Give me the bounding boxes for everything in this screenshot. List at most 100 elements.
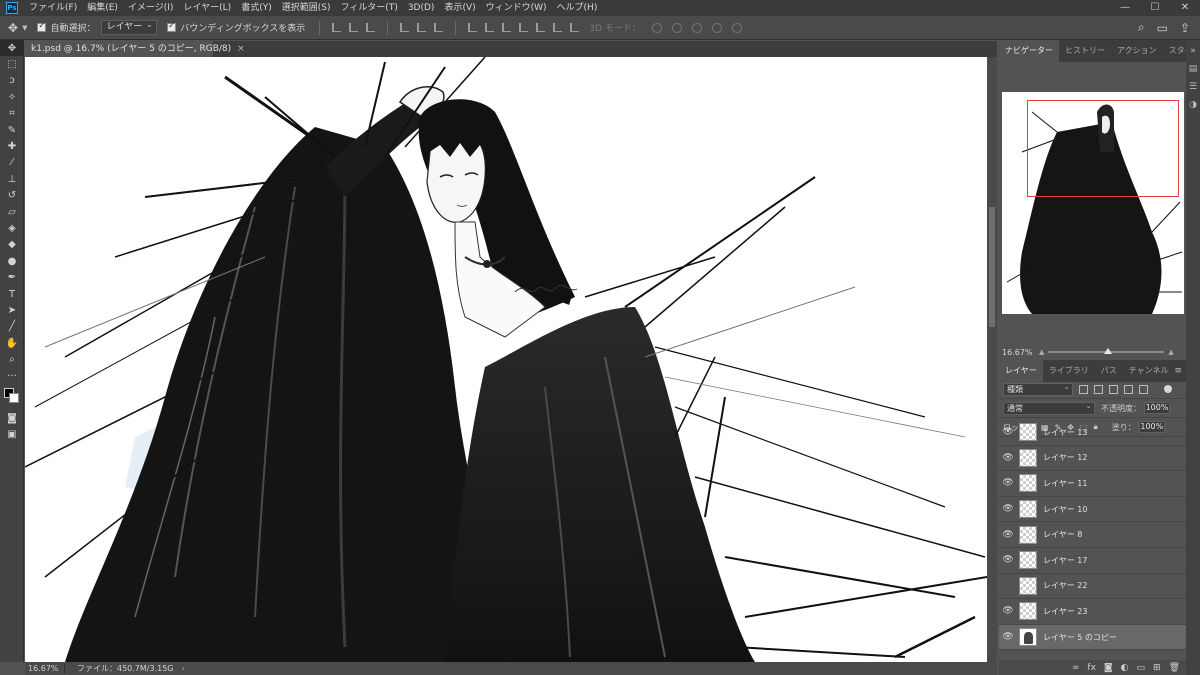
scale-3d-icon[interactable] [731, 22, 742, 33]
status-menu-arrow-icon[interactable]: › [182, 664, 185, 673]
navigator-zoom-value[interactable]: 16.67% [999, 348, 1035, 357]
distribute-top-icon[interactable] [468, 23, 478, 32]
menu-item[interactable]: 選択範囲(S) [277, 0, 336, 16]
navigator-thumbnail[interactable] [1002, 92, 1184, 314]
opacity-input[interactable]: 100% [1144, 402, 1170, 414]
align-hcenter-icon[interactable] [417, 23, 427, 32]
canvas[interactable] [25, 57, 987, 662]
menu-item[interactable]: レイヤー(L) [178, 0, 236, 16]
link-layers-icon[interactable]: ∞ [1072, 663, 1080, 673]
menu-item[interactable]: イメージ(I) [123, 0, 179, 16]
filter-adjustment-icon[interactable] [1094, 384, 1103, 394]
tab-libraries[interactable]: ライブラリ [1043, 360, 1095, 382]
blur-tool-icon[interactable]: ◆ [0, 237, 24, 253]
clone-stamp-tool-icon[interactable]: ⊥ [0, 171, 24, 187]
tab-actions[interactable]: アクション [1111, 40, 1163, 62]
align-top-icon[interactable] [332, 23, 342, 32]
document-tab[interactable]: k1.psd @ 16.7% (レイヤー 5 のコピー, RGB/8) × [25, 41, 245, 57]
screen-mode-icon[interactable]: ▣ [0, 427, 24, 443]
add-mask-icon[interactable]: ◙ [1104, 663, 1113, 673]
visibility-eye-icon[interactable]: 👁︎ [999, 555, 1017, 565]
layer-row[interactable]: 👁︎ レイヤー 22 [999, 574, 1186, 600]
healing-brush-tool-icon[interactable]: ✚ [0, 138, 24, 154]
zoom-out-icon[interactable]: ▲ [1039, 348, 1044, 356]
brush-tool-icon[interactable]: ⁄ [0, 155, 24, 171]
color-swatches[interactable] [0, 384, 24, 410]
info-panel-icon[interactable]: ▤ [1186, 60, 1200, 78]
new-layer-icon[interactable]: ⊞ [1153, 663, 1161, 673]
visibility-eye-icon[interactable]: 👁︎ [999, 504, 1017, 514]
tab-paths[interactable]: パス [1095, 360, 1123, 382]
layer-row[interactable]: 👁︎ レイヤー 8 [999, 522, 1186, 548]
close-tab-icon[interactable]: × [237, 44, 245, 54]
layer-row[interactable]: 👁︎ レイヤー 12 [999, 446, 1186, 472]
navigator-viewbox[interactable] [1027, 100, 1179, 197]
roll-3d-icon[interactable] [671, 22, 682, 33]
marquee-tool-icon[interactable]: ⬚ [0, 56, 24, 72]
adjustments-panel-icon[interactable]: ◑ [1186, 96, 1200, 114]
layer-row[interactable]: 👁︎ レイヤー 13 [999, 420, 1186, 446]
tool-preset-caret-icon[interactable]: ▼ [22, 24, 27, 32]
zoom-tool-icon[interactable]: ⌕ [0, 351, 24, 367]
status-zoom[interactable]: 16.67% [25, 664, 65, 673]
distribute-right-icon[interactable] [553, 23, 563, 32]
move-tool-icon[interactable]: ✥ [0, 40, 24, 57]
crop-tool-icon[interactable]: ⌗ [0, 106, 24, 122]
layer-row[interactable]: 👁︎ レイヤー 11 [999, 471, 1186, 497]
blend-mode-select[interactable]: 通常 [1003, 400, 1095, 415]
tab-layers[interactable]: レイヤー [999, 360, 1043, 382]
menu-item[interactable]: フィルター(T) [335, 0, 402, 16]
rotate-3d-icon[interactable] [651, 22, 662, 33]
tab-history[interactable]: ヒストリー [1059, 40, 1111, 62]
type-tool-icon[interactable]: T [0, 286, 24, 302]
align-vcenter-icon[interactable] [349, 23, 359, 32]
search-icon[interactable]: ⌕ [1138, 20, 1145, 35]
zoom-slider-knob[interactable] [1104, 348, 1113, 354]
quick-mask-icon[interactable]: ◙ [0, 410, 24, 426]
scrollbar-thumb[interactable] [989, 207, 995, 327]
line-tool-icon[interactable]: ╱ [0, 319, 24, 335]
fx-icon[interactable]: fx [1087, 663, 1096, 673]
lasso-tool-icon[interactable]: ↄ [0, 73, 24, 89]
pen-tool-icon[interactable]: ✒ [0, 269, 24, 285]
distribute-bottom-icon[interactable] [502, 23, 512, 32]
workspace-icon[interactable]: ▭ [1157, 21, 1168, 35]
filter-toggle[interactable] [1164, 385, 1172, 393]
layer-row[interactable]: 👁︎ レイヤー 17 [999, 548, 1186, 574]
background-color-swatch[interactable] [9, 393, 19, 404]
menu-item[interactable]: ウィンドウ(W) [481, 0, 552, 16]
tab-channels[interactable]: チャンネル [1123, 360, 1175, 382]
distribute-vcenter-icon[interactable] [485, 23, 495, 32]
layer-row[interactable]: 👁︎ レイヤー 23 [999, 599, 1186, 625]
delete-layer-icon[interactable]: 🗑︎ [1169, 663, 1180, 673]
visibility-eye-icon[interactable]: 👁︎ [999, 632, 1017, 642]
auto-align-icon[interactable] [570, 23, 580, 32]
maximize-button[interactable]: ☐ [1140, 0, 1170, 16]
eraser-tool-icon[interactable]: ▱ [0, 204, 24, 220]
visibility-eye-icon[interactable]: 👁︎ [999, 478, 1017, 488]
menu-item[interactable]: 3D(D) [403, 0, 440, 16]
properties-panel-icon[interactable]: ☰ [1186, 78, 1200, 96]
paint-bucket-tool-icon[interactable]: ◈ [0, 220, 24, 236]
layer-filter-kind-select[interactable]: 種類 [1003, 381, 1073, 396]
minimize-button[interactable]: — [1110, 0, 1140, 16]
filter-shape-icon[interactable] [1124, 384, 1133, 394]
menu-item[interactable]: ファイル(F) [24, 0, 82, 16]
adjustment-layer-icon[interactable]: ◐ [1121, 663, 1129, 673]
more-tools-icon[interactable]: ··· [0, 368, 24, 384]
path-selection-tool-icon[interactable]: ➤ [0, 302, 24, 318]
share-icon[interactable]: ⇪ [1180, 21, 1190, 35]
layer-row[interactable]: 👁︎ レイヤー 5 のコピー [999, 624, 1186, 651]
align-left-icon[interactable] [400, 23, 410, 32]
visibility-eye-icon[interactable]: 👁︎ [999, 453, 1017, 463]
visibility-eye-icon[interactable]: 👁︎ [999, 581, 1017, 591]
auto-select-checkbox[interactable] [37, 21, 47, 32]
collapse-panels-icon[interactable]: » [1186, 42, 1200, 60]
dodge-tool-icon[interactable]: ● [0, 253, 24, 269]
move-tool-icon[interactable]: ✥ [8, 21, 18, 35]
menu-item[interactable]: 編集(E) [82, 0, 123, 16]
menu-item[interactable]: ヘルプ(H) [552, 0, 603, 16]
visibility-eye-icon[interactable]: 👁︎ [999, 427, 1017, 437]
filter-pixel-icon[interactable] [1079, 384, 1088, 394]
zoom-slider[interactable] [1048, 348, 1165, 354]
